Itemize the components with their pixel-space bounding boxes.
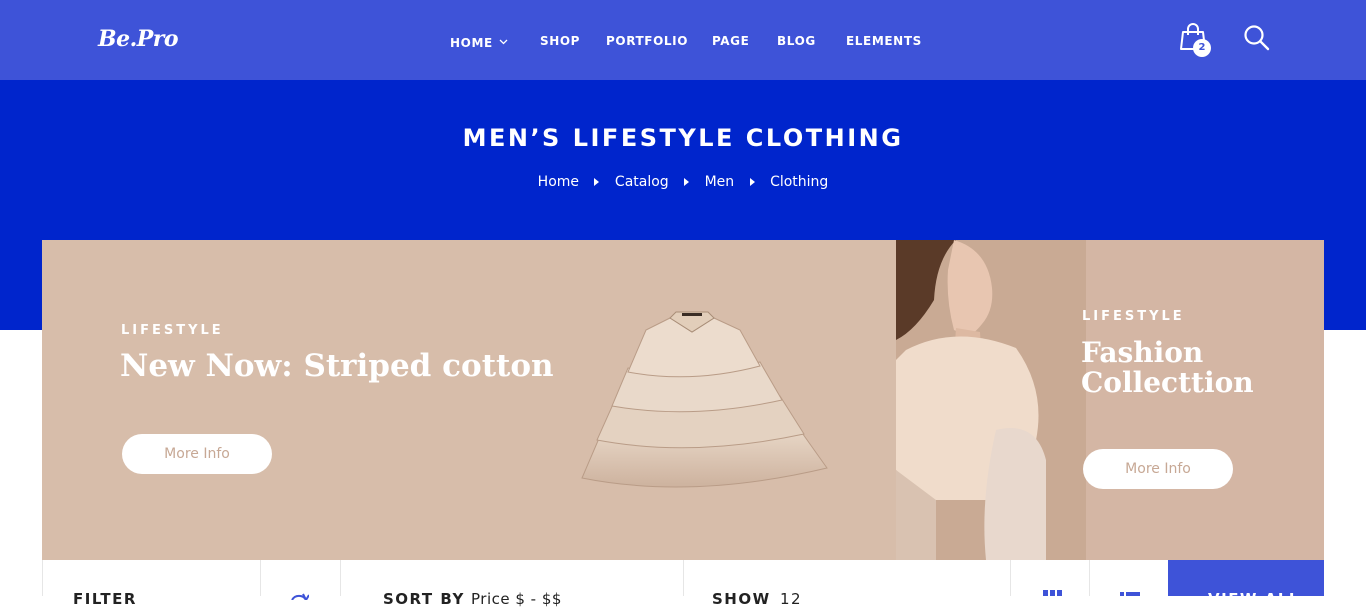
show-label: SHOW [712,590,771,608]
view-all-label: VIEW ALL [1208,590,1300,608]
more-info-button[interactable]: More Info [122,434,272,474]
breadcrumb: Home Catalog Men Clothing [0,174,1366,190]
banner-kicker: LIFESTYLE [1082,309,1185,324]
breadcrumb-separator-icon [749,178,755,186]
search-button[interactable] [1243,24,1271,52]
filter-label: FILTER [73,590,137,608]
sort-by-control[interactable]: SORT BY Price $ - $$ [340,560,683,608]
search-icon [1244,25,1270,51]
more-info-button[interactable]: More Info [1083,449,1233,489]
refresh-icon [291,593,309,600]
list-view-icon [1120,592,1140,596]
sort-by-label: SORT BY [383,590,465,608]
promo-banner-fashion-collection: LIFESTYLE Fashion Collecttion More Info [896,240,1324,560]
view-all-button[interactable]: VIEW ALL [1168,560,1324,608]
reset-filter-button[interactable] [260,560,340,600]
nav-item-blog[interactable]: BLOG [777,34,816,48]
nav-item-elements[interactable]: ELEMENTS [846,34,922,48]
nav-item-label: HOME [450,36,493,50]
promo-banner-striped-cotton: LIFESTYLE New Now: Striped cotton More I… [42,240,896,560]
filter-control[interactable]: FILTER [42,560,260,608]
sort-by-value: Price $ - $$ [471,590,562,608]
breadcrumb-clothing: Clothing [770,174,829,190]
main-nav: HOME SHOP PORTFOLIO PAGE BLOG ELEMENTS [0,34,1366,50]
grid-view-icon [1043,590,1062,596]
cart-count-badge: 2 [1193,39,1211,57]
show-value: 12 [780,590,803,608]
list-view-button[interactable] [1089,560,1168,596]
breadcrumb-separator-icon [594,178,600,186]
chevron-down-icon [499,34,508,48]
nav-item-home[interactable]: HOME [450,34,508,50]
fashion-model-image [896,240,1086,560]
ruffled-cape-product-image [581,311,828,488]
banner-title-line-2: Collecttion [1081,366,1254,399]
banner-title: New Now: Striped cotton [120,348,554,384]
banner-kicker: LIFESTYLE [121,323,224,338]
breadcrumb-catalog[interactable]: Catalog [615,174,669,190]
nav-item-portfolio[interactable]: PORTFOLIO [606,34,688,48]
show-count-control[interactable]: SHOW 12 [683,560,1010,608]
breadcrumb-men[interactable]: Men [705,174,735,190]
grid-view-button[interactable] [1010,560,1089,596]
breadcrumb-home[interactable]: Home [538,174,579,190]
page-title: MEN’S LIFESTYLE CLOTHING [462,124,904,152]
nav-item-shop[interactable]: SHOP [540,34,580,48]
catalog-toolbar: FILTER SORT BY Price $ - $$ SHOW 12 VIEW… [42,560,1324,608]
banner-title-line-1: Fashion [1081,336,1204,369]
nav-item-page[interactable]: PAGE [712,34,749,48]
top-navigation-bar: Be.Pro HOME SHOP PORTFOLIO PAGE BLOG ELE… [0,0,1366,80]
breadcrumb-separator-icon [684,178,690,186]
